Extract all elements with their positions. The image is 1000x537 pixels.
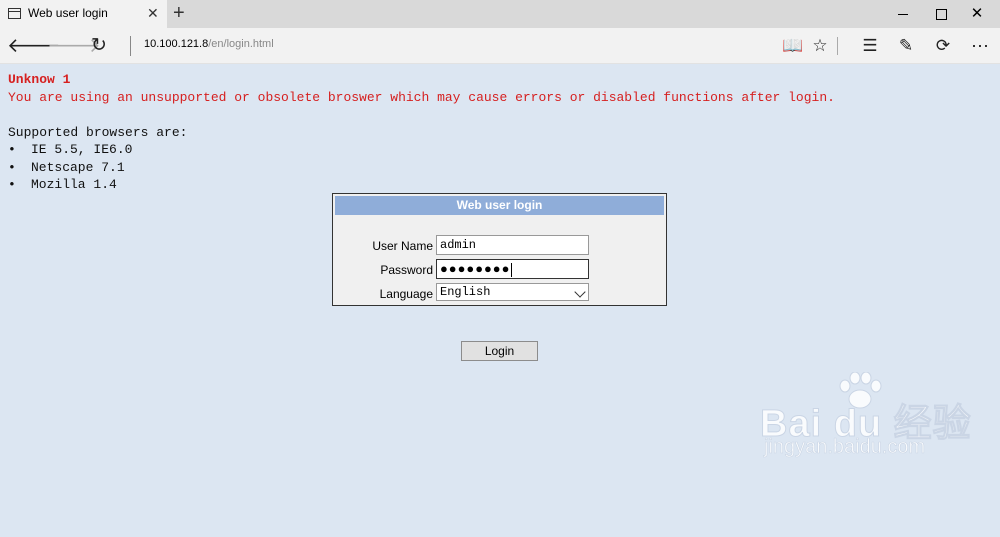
username-input[interactable]: admin: [436, 235, 589, 255]
language-selected-value: English: [440, 285, 491, 299]
new-tab-button[interactable]: +: [173, 2, 185, 24]
more-icon[interactable]: ⋯: [967, 34, 993, 58]
list-item: • IE 5.5, IE6.0: [8, 142, 132, 160]
address-field[interactable]: 10.100.121.8/en/login.html: [144, 38, 274, 50]
close-window-icon[interactable]: ✕: [954, 0, 1000, 28]
password-label: Password: [380, 263, 433, 277]
url-path: /en/login.html: [208, 38, 274, 50]
forward-arrow-icon[interactable]: 🡒: [47, 34, 101, 58]
warning-title: Unknow 1: [8, 72, 71, 87]
browser-name: Netscape 7.1: [31, 159, 125, 175]
address-toolbar: 🡐 🡒 ↻ 10.100.121.8/en/login.html 📖 ☆ ☰ ✎…: [0, 28, 1000, 64]
tab-bar: Web user login ✕ + ✕: [0, 0, 1000, 28]
chevron-down-icon: [574, 286, 586, 298]
url-host: 10.100.121.8: [144, 38, 209, 50]
hub-icon[interactable]: ☰: [857, 34, 883, 58]
tab-title: Web user login: [28, 6, 108, 20]
language-label: Language: [379, 287, 433, 301]
page-content: Unknow 1 You are using an unsupported or…: [0, 64, 1000, 537]
password-mask: ●●●●●●●●: [440, 262, 511, 277]
browser-tab[interactable]: Web user login ✕: [0, 0, 167, 28]
address-separator: [130, 36, 131, 56]
login-panel: Web user login User Name admin Password …: [332, 193, 667, 306]
login-button[interactable]: Login: [461, 341, 538, 361]
list-item: • Mozilla 1.4: [8, 177, 132, 195]
list-item: • Netscape 7.1: [8, 160, 132, 178]
favorite-star-icon[interactable]: ☆: [807, 34, 833, 58]
close-tab-icon[interactable]: ✕: [147, 4, 159, 22]
watermark: Bai du 经验 jingyan.baidu.com: [760, 372, 971, 462]
toolbar-separator: [837, 37, 838, 55]
back-arrow-icon[interactable]: 🡐: [7, 34, 61, 58]
bullet: •: [8, 177, 16, 192]
share-icon[interactable]: ⟳: [930, 34, 956, 58]
warning-message: You are using an unsupported or obsolete…: [8, 90, 835, 105]
login-panel-title: Web user login: [335, 196, 664, 215]
web-note-icon[interactable]: ✎: [893, 34, 919, 58]
text-caret: [511, 262, 513, 277]
refresh-icon[interactable]: ↻: [86, 34, 112, 58]
supported-browsers-heading: Supported browsers are:: [8, 125, 188, 140]
language-select[interactable]: English: [436, 283, 589, 301]
bullet: •: [8, 142, 16, 157]
page-icon: [8, 8, 21, 19]
bullet: •: [8, 159, 16, 175]
reading-view-icon[interactable]: 📖: [780, 34, 806, 58]
password-input[interactable]: ●●●●●●●●: [436, 259, 589, 279]
browser-name: IE 5.5, IE6.0: [31, 142, 133, 157]
browser-name: Mozilla 1.4: [31, 177, 117, 192]
username-label: User Name: [372, 239, 433, 253]
watermark-site: jingyan.baidu.com: [764, 436, 926, 459]
supported-browsers-list: • IE 5.5, IE6.0 • Netscape 7.1 • Mozilla 1.…: [8, 142, 132, 195]
